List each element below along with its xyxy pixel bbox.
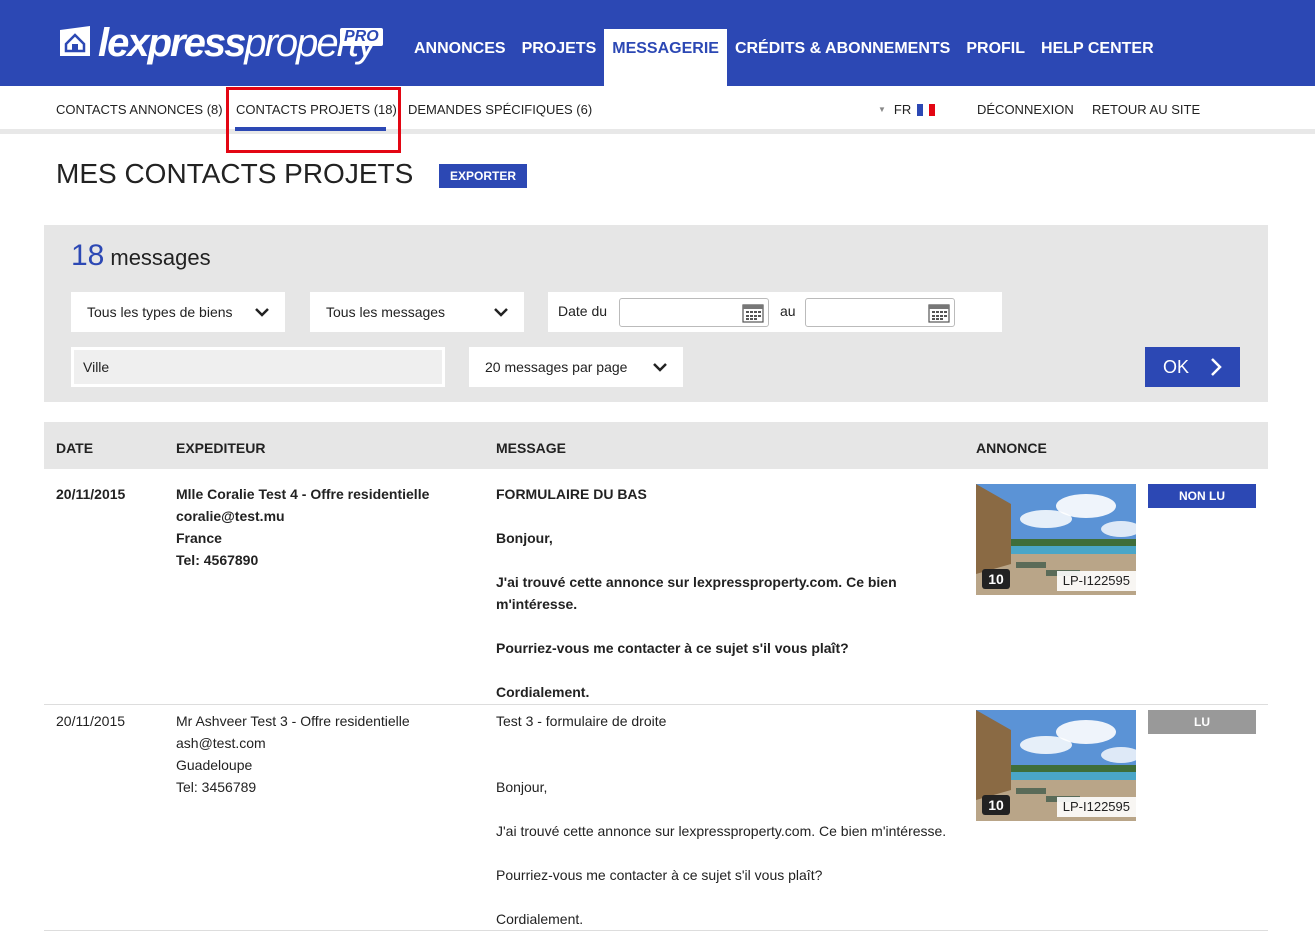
chevron-down-icon bbox=[494, 308, 508, 317]
sender-country: France bbox=[176, 530, 222, 546]
france-flag-icon bbox=[917, 103, 936, 116]
main-nav: ANNONCES PROJETS MESSAGERIE CRÉDITS & AB… bbox=[406, 29, 1162, 86]
row-sender: Mlle Coralie Test 4 - Offre residentiell… bbox=[176, 483, 429, 571]
message-greeting: Bonjour, bbox=[496, 779, 548, 795]
message-greeting: Bonjour, bbox=[496, 530, 553, 546]
date-from-input[interactable] bbox=[619, 298, 769, 327]
message-body-line: J'ai trouvé cette annonce sur lexpresspr… bbox=[496, 823, 947, 839]
status-badge: NON LU bbox=[1148, 484, 1256, 508]
nav-projets[interactable]: PROJETS bbox=[514, 29, 605, 86]
row-sender: Mr Ashveer Test 3 - Offre residentielle … bbox=[176, 710, 410, 798]
message-subject: FORMULAIRE DU BAS bbox=[496, 486, 647, 502]
column-header-listing[interactable]: ANNONCE bbox=[976, 440, 1047, 456]
message-closing: Cordialement. bbox=[496, 684, 590, 700]
nav-help-center[interactable]: HELP CENTER bbox=[1033, 29, 1162, 86]
per-page-value: 20 messages par page bbox=[485, 359, 628, 375]
chevron-right-icon bbox=[1211, 358, 1222, 376]
calendar-icon[interactable] bbox=[742, 302, 764, 323]
nav-credits-abonnements[interactable]: CRÉDITS & ABONNEMENTS bbox=[727, 29, 958, 86]
sender-country: Guadeloupe bbox=[176, 757, 253, 773]
site-logo[interactable]: lexpressproperty PRO bbox=[56, 18, 386, 68]
sender-name: Mr Ashveer Test 3 - Offre residentielle bbox=[176, 713, 410, 729]
table-row[interactable]: 20/11/2015 Mlle Coralie Test 4 - Offre r… bbox=[44, 469, 1268, 705]
message-count-number: 18 bbox=[71, 239, 105, 272]
language-selector[interactable]: ▼ FR bbox=[878, 102, 936, 117]
sender-email[interactable]: ash@test.com bbox=[176, 732, 410, 754]
logout-link[interactable]: DÉCONNEXION bbox=[977, 102, 1074, 117]
chevron-down-icon bbox=[653, 363, 667, 372]
message-closing: Cordialement. bbox=[496, 911, 584, 927]
date-to-label: au bbox=[780, 303, 796, 319]
nav-annonces[interactable]: ANNONCES bbox=[406, 29, 514, 86]
row-date: 20/11/2015 bbox=[56, 486, 126, 502]
nav-messagerie[interactable]: MESSAGERIE bbox=[604, 29, 727, 86]
ok-button[interactable]: OK bbox=[1145, 347, 1240, 387]
language-label: FR bbox=[893, 102, 912, 117]
column-header-date[interactable]: DATE bbox=[56, 440, 93, 456]
date-from-label: Date du bbox=[558, 303, 608, 319]
message-body-line: m'intéresse. bbox=[496, 596, 578, 612]
listing-reference: LP-I122595 bbox=[1056, 571, 1136, 591]
listing-reference: LP-I122595 bbox=[1056, 797, 1136, 817]
message-body-line: J'ai trouvé cette annonce sur lexpresspr… bbox=[496, 574, 897, 590]
back-to-site-link[interactable]: RETOUR AU SITE bbox=[1092, 102, 1200, 117]
logo-wordmark: lexpressproperty bbox=[98, 21, 377, 65]
active-tab-highlight-box bbox=[226, 87, 401, 153]
photo-count: 10 bbox=[982, 569, 1010, 589]
tab-demandes-specifiques[interactable]: DEMANDES SPÉCIFIQUES (6) bbox=[408, 102, 592, 117]
nav-profil[interactable]: PROFIL bbox=[958, 29, 1033, 86]
column-header-message[interactable]: MESSAGE bbox=[496, 440, 566, 456]
message-question: Pourriez-vous me contacter à ce sujet s'… bbox=[496, 867, 823, 883]
property-type-value: Tous les types de biens bbox=[87, 304, 233, 320]
message-count: 18 messages bbox=[71, 239, 211, 273]
message-type-select[interactable]: Tous les messages bbox=[310, 292, 524, 332]
listing-thumbnail[interactable]: 10 LP-I122595 bbox=[976, 710, 1136, 821]
date-to-input[interactable] bbox=[805, 298, 955, 327]
export-button[interactable]: EXPORTER bbox=[439, 164, 527, 188]
sender-phone: Tel: 4567890 bbox=[176, 552, 259, 568]
table-row[interactable]: 20/11/2015 Mr Ashveer Test 3 - Offre res… bbox=[44, 705, 1268, 931]
ok-button-label: OK bbox=[1163, 357, 1190, 377]
property-type-select[interactable]: Tous les types de biens bbox=[71, 292, 285, 332]
per-page-select[interactable]: 20 messages par page bbox=[469, 347, 683, 387]
sender-email[interactable]: coralie@test.mu bbox=[176, 505, 429, 527]
table-header: DATE EXPEDITEUR MESSAGE ANNONCE bbox=[44, 422, 1268, 469]
row-message: Test 3 - formulaire de droite Bonjour, J… bbox=[496, 710, 946, 930]
logo-pro-badge: PRO bbox=[340, 28, 383, 46]
dropdown-arrow-icon: ▼ bbox=[878, 105, 886, 114]
photo-count: 10 bbox=[982, 795, 1010, 815]
tab-contacts-annonces[interactable]: CONTACTS ANNONCES (8) bbox=[56, 102, 223, 117]
row-date: 20/11/2015 bbox=[56, 713, 126, 729]
chevron-down-icon bbox=[255, 308, 269, 317]
sender-phone: Tel: 3456789 bbox=[176, 779, 257, 795]
message-type-value: Tous les messages bbox=[326, 304, 446, 320]
row-message: FORMULAIRE DU BAS Bonjour, J'ai trouvé c… bbox=[496, 483, 897, 703]
date-range-filter: Date du au bbox=[548, 292, 1002, 332]
calendar-icon[interactable] bbox=[928, 302, 950, 323]
message-question: Pourriez-vous me contacter à ce sujet s'… bbox=[496, 640, 849, 656]
page-title: MES CONTACTS PROJETS bbox=[56, 158, 414, 189]
message-count-label: messages bbox=[110, 245, 211, 270]
house-logo-icon bbox=[60, 26, 90, 56]
top-bar: lexpressproperty PRO ANNONCES PROJETS ME… bbox=[0, 0, 1315, 86]
status-badge: LU bbox=[1148, 710, 1256, 734]
listing-thumbnail[interactable]: 10 LP-I122595 bbox=[976, 484, 1136, 595]
filter-panel: 18 messages Tous les types de biens Tous … bbox=[44, 225, 1268, 402]
column-header-sender[interactable]: EXPEDITEUR bbox=[176, 440, 265, 456]
sender-name: Mlle Coralie Test 4 - Offre residentiell… bbox=[176, 486, 430, 502]
sub-nav: CONTACTS ANNONCES (8) CONTACTS PROJETS (… bbox=[0, 86, 1315, 134]
city-input-placeholder: Ville bbox=[74, 350, 442, 384]
message-subject: Test 3 - formulaire de droite bbox=[496, 713, 667, 729]
city-input[interactable]: Ville bbox=[71, 347, 445, 387]
